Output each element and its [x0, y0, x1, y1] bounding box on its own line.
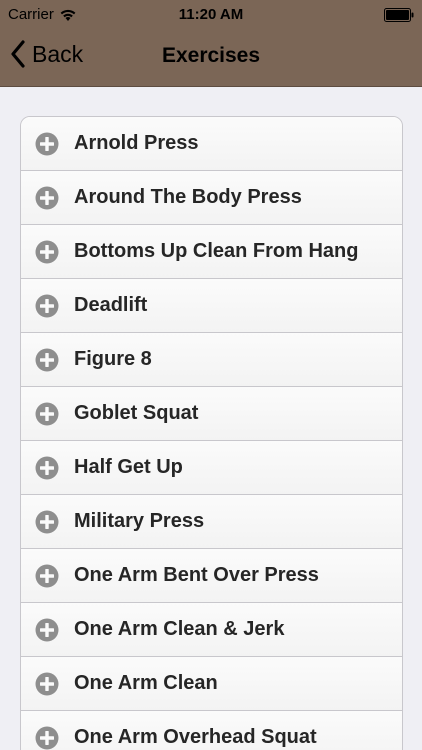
plus-circle-icon [35, 510, 59, 533]
list-item[interactable]: Goblet Squat [21, 387, 402, 441]
list-item-label: Bottoms Up Clean From Hang [74, 240, 359, 262]
list-item[interactable]: One Arm Bent Over Press [21, 549, 402, 603]
list-item-label: Military Press [74, 510, 205, 532]
list-item-label: One Arm Overhead Squat [74, 726, 317, 748]
list-item[interactable]: Half Get Up [21, 441, 402, 495]
exercise-list-scroll-area[interactable]: Arnold Press Around The Body Press Botto… [0, 87, 422, 750]
list-item-label: Figure 8 [74, 348, 152, 370]
plus-circle-icon [35, 726, 59, 749]
plus-circle-icon [35, 132, 59, 155]
page-title: Exercises [161, 44, 261, 67]
list-item-label: Goblet Squat [74, 402, 199, 424]
plus-circle-icon [35, 564, 59, 587]
list-item[interactable]: Arnold Press [21, 117, 402, 171]
list-item[interactable]: Around The Body Press [21, 171, 402, 225]
exercise-list: Arnold Press Around The Body Press Botto… [20, 116, 403, 750]
plus-circle-icon [35, 240, 59, 263]
list-item-label: Around The Body Press [74, 186, 302, 208]
plus-circle-icon [35, 402, 59, 425]
list-item[interactable]: Military Press [21, 495, 402, 549]
list-item[interactable]: Bottoms Up Clean From Hang [21, 225, 402, 279]
plus-circle-icon [35, 186, 59, 209]
status-time: 11:20 AM [178, 6, 244, 23]
status-bar: Carrier 11:20 AM [0, 0, 422, 30]
plus-circle-icon [35, 456, 59, 479]
plus-circle-icon [35, 294, 59, 317]
list-item[interactable]: One Arm Clean [21, 657, 402, 711]
list-item[interactable]: One Arm Clean & Jerk [21, 603, 402, 657]
navigation-bar: Carrier 11:20 AM Back Exercises [0, 0, 422, 87]
battery-icon [384, 8, 414, 22]
plus-circle-icon [35, 672, 59, 695]
list-item[interactable]: Figure 8 [21, 333, 402, 387]
list-item-label: One Arm Clean [74, 672, 218, 694]
list-item[interactable]: One Arm Overhead Squat [21, 711, 402, 750]
list-item-label: One Arm Bent Over Press [74, 564, 319, 586]
plus-circle-icon [35, 618, 59, 641]
list-item-label: Half Get Up [74, 456, 183, 478]
list-item[interactable]: Deadlift [21, 279, 402, 333]
list-item-label: Deadlift [74, 294, 148, 316]
list-item-label: One Arm Clean & Jerk [74, 618, 285, 640]
list-item-label: Arnold Press [74, 132, 199, 154]
plus-circle-icon [35, 348, 59, 371]
